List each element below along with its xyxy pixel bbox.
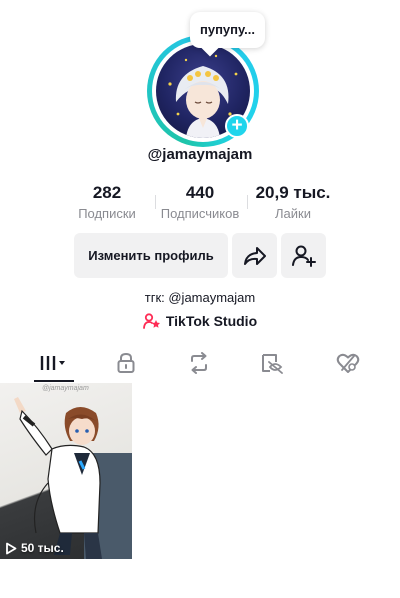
- profile-tabs: [0, 345, 400, 381]
- tab-videos[interactable]: [34, 349, 74, 377]
- add-friends-button[interactable]: [281, 233, 326, 278]
- followers-count: 440: [185, 183, 215, 202]
- following-label: Подписки: [78, 206, 136, 221]
- following-count: 282: [92, 183, 122, 202]
- grid-icon: [40, 356, 65, 370]
- likes-label: Лайки: [275, 206, 311, 221]
- studio-icon: [142, 313, 160, 329]
- lock-icon: [117, 352, 135, 373]
- avatar[interactable]: +: [147, 35, 259, 147]
- studio-label: TikTok Studio: [165, 313, 258, 329]
- note-bubble[interactable]: пупупу...: [190, 12, 265, 48]
- add-user-icon: [291, 245, 316, 267]
- share-profile-button[interactable]: [232, 233, 277, 278]
- view-count: 50 тыс.: [5, 541, 64, 555]
- bio-text: тгк: @jamaymajam: [144, 290, 256, 305]
- share-icon: [243, 246, 266, 265]
- tiktok-studio-link[interactable]: TikTok Studio: [0, 313, 400, 329]
- repost-icon: [191, 352, 207, 374]
- followers-label: Подписчиков: [160, 206, 240, 221]
- video-thumbnail[interactable]: @jamaymajam 50 тыс.: [0, 383, 132, 559]
- play-icon: [6, 542, 17, 554]
- username: @jamaymajam: [147, 146, 253, 163]
- likes-count: 20,9 тыс.: [255, 183, 331, 202]
- edit-profile-label: Изменить профиль: [88, 248, 214, 263]
- stats-row: 282 Подписки 440 Подписчиков 20,9 тыс. Л…: [0, 183, 400, 223]
- eye-slash-icon: [262, 354, 283, 374]
- active-tab-indicator: [34, 380, 74, 382]
- tab-private[interactable]: [106, 349, 146, 377]
- edit-profile-button[interactable]: Изменить профиль: [74, 233, 228, 278]
- liked-icon: [336, 353, 360, 373]
- tab-hidden[interactable]: [252, 349, 292, 377]
- add-avatar-icon[interactable]: +: [225, 114, 249, 138]
- view-count-label: 50 тыс.: [21, 541, 64, 555]
- stat-followers[interactable]: 440 Подписчиков: [155, 183, 245, 225]
- tab-liked[interactable]: [328, 349, 368, 377]
- stat-likes[interactable]: 20,9 тыс. Лайки: [248, 183, 338, 225]
- stat-following[interactable]: 282 Подписки: [62, 183, 152, 225]
- video-artwork: [14, 397, 102, 559]
- tab-reposts[interactable]: [179, 349, 219, 377]
